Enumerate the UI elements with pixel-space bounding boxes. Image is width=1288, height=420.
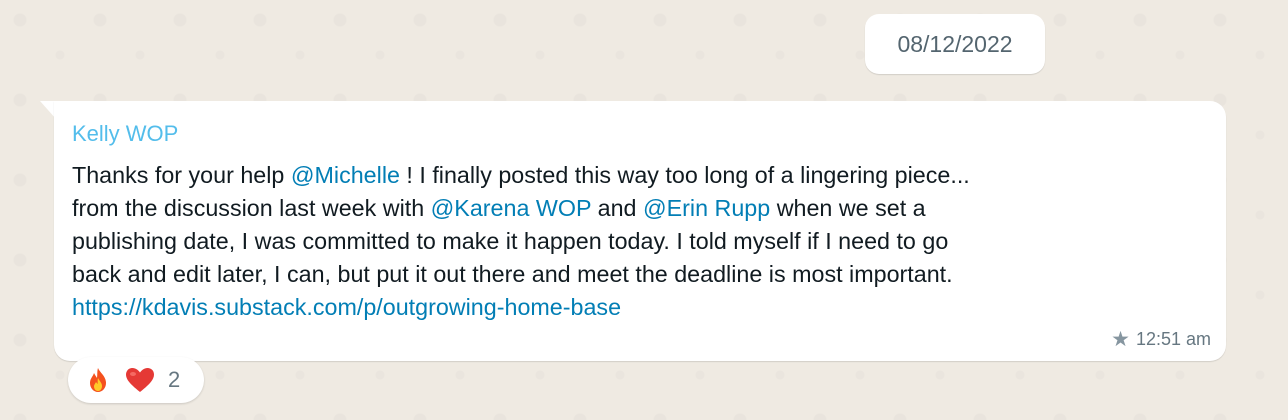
date-label: 08/12/2022 [897,30,1013,57]
message-time: 12:51 am [1135,329,1211,349]
message-line: back and edit later, I can, but put it o… [72,261,953,287]
text-segment: Thanks for your help [72,162,291,188]
message-text: Thanks for your help @Michelle ! I final… [72,159,1212,324]
sender-name[interactable]: Kelly WOP [72,121,178,147]
mention-erin-rupp[interactable]: @Erin Rupp [643,195,770,221]
reaction-count: 2 [168,367,181,392]
message-meta: ★ 12:51 am [1111,327,1211,352]
text-segment: ! I finally posted this way too long of … [399,162,970,188]
heart-icon [124,366,156,394]
reactions-pill[interactable]: 2 [68,357,204,403]
text-segment: from the discussion last week with [72,195,431,221]
mention-karena-wop[interactable]: @Karena WOP [431,195,591,221]
fire-icon [84,366,112,394]
text-segment: and [591,195,643,221]
date-separator: 08/12/2022 [865,14,1045,74]
message-link[interactable]: https://kdavis.substack.com/p/outgrowing… [72,294,621,320]
message-line: publishing date, I was committed to make… [72,228,949,254]
mention-michelle[interactable]: @Michelle [291,162,400,188]
message-bubble[interactable]: Kelly WOP Thanks for your help @Michelle… [54,101,1226,361]
text-segment: when we set a [770,195,926,221]
message-line: Thanks for your help @Michelle ! I final… [72,159,1212,192]
star-icon: ★ [1111,328,1130,351]
message-line: from the discussion last week with @Kare… [72,192,1212,225]
message-line: https://kdavis.substack.com/p/outgrowing… [72,291,1212,324]
